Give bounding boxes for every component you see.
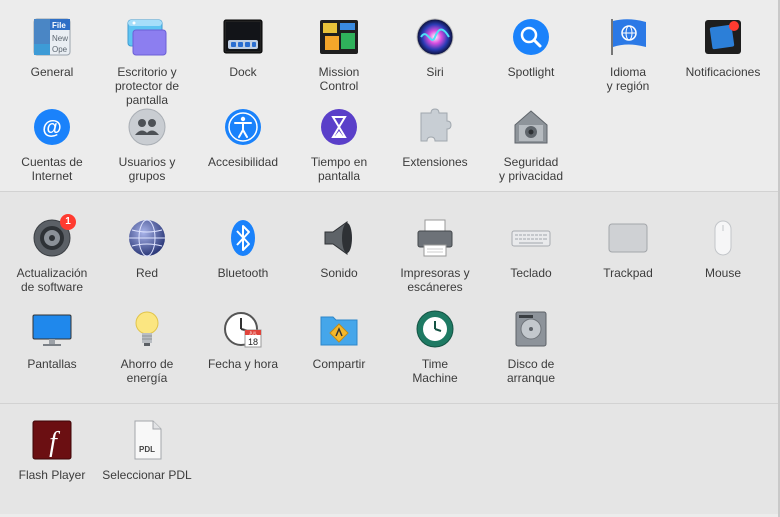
siri-icon bbox=[415, 17, 455, 57]
pane-disco[interactable]: Disco de arranque bbox=[483, 309, 579, 385]
pane-label: Extensiones bbox=[402, 155, 468, 169]
pane-extensiones[interactable]: Extensiones bbox=[387, 107, 483, 169]
pane-label: Compartir bbox=[312, 357, 366, 371]
pane-general[interactable]: File New Ope General bbox=[4, 17, 100, 79]
pane-usuarios[interactable]: Usuarios y grupos bbox=[99, 107, 195, 183]
pane-siri[interactable]: Siri bbox=[387, 17, 483, 79]
update-count-badge: 1 bbox=[60, 214, 76, 230]
pane-spotlight[interactable]: Spotlight bbox=[483, 17, 579, 79]
pane-label: Mission Control bbox=[318, 65, 360, 93]
security-privacy-icon bbox=[511, 107, 551, 147]
users-groups-icon bbox=[127, 107, 167, 147]
pane-time-machine[interactable]: Time Machine bbox=[387, 309, 483, 385]
pane-label: Trackpad bbox=[603, 266, 653, 280]
printers-scanners-icon bbox=[415, 218, 455, 258]
pane-cuentas[interactable]: @ Cuentas de Internet bbox=[4, 107, 100, 183]
internet-accounts-icon: @ bbox=[32, 107, 72, 147]
sound-icon bbox=[319, 218, 359, 258]
pane-teclado[interactable]: Teclado bbox=[483, 218, 579, 280]
pane-idioma[interactable]: Idioma y región bbox=[580, 17, 676, 93]
pane-pdl[interactable]: PDL Seleccionar PDL bbox=[99, 420, 195, 482]
svg-text:New: New bbox=[52, 34, 68, 43]
pane-impresoras[interactable]: Impresoras y escáneres bbox=[387, 218, 483, 294]
pane-flash[interactable]: f Flash Player bbox=[4, 420, 100, 482]
pane-label: Disco de arranque bbox=[506, 357, 556, 385]
svg-text:Ope: Ope bbox=[52, 45, 68, 54]
pane-pantallas[interactable]: Pantallas bbox=[4, 309, 100, 371]
pane-actualizacion[interactable]: 1 Actualización de software bbox=[4, 214, 100, 294]
svg-text:JUL: JUL bbox=[249, 331, 257, 336]
pane-label: Usuarios y grupos bbox=[118, 155, 176, 183]
pane-label: Idioma y región bbox=[606, 65, 650, 93]
mouse-icon bbox=[703, 218, 743, 258]
displays-icon bbox=[32, 309, 72, 349]
mission-control-icon bbox=[319, 17, 359, 57]
pane-seguridad[interactable]: Seguridad y privacidad bbox=[483, 107, 579, 183]
pane-label: Ahorro de energía bbox=[120, 357, 174, 385]
pane-label: Actualización de software bbox=[16, 266, 88, 294]
pane-label: Red bbox=[135, 266, 158, 280]
pane-label: Accesibilidad bbox=[207, 155, 279, 169]
pane-label: Notificaciones bbox=[685, 65, 761, 79]
pane-accesibilidad[interactable]: Accesibilidad bbox=[195, 107, 291, 169]
pane-label: Tiempo en pantalla bbox=[310, 155, 368, 183]
startup-disk-icon bbox=[511, 309, 551, 349]
spotlight-icon bbox=[511, 17, 551, 57]
dock-icon bbox=[223, 17, 263, 57]
pane-label: Impresoras y escáneres bbox=[400, 266, 470, 294]
pane-mission-control[interactable]: Mission Control bbox=[291, 17, 387, 93]
time-machine-icon bbox=[415, 309, 455, 349]
screen-time-icon bbox=[319, 107, 359, 147]
date-time-icon: JUL 18 bbox=[223, 309, 263, 349]
pane-escritorio[interactable]: Escritorio y protector de pantalla bbox=[99, 17, 195, 107]
software-update-icon: 1 bbox=[32, 214, 76, 258]
pane-label: Sonido bbox=[320, 266, 358, 280]
pane-label: Seguridad y privacidad bbox=[498, 155, 564, 183]
pane-bluetooth[interactable]: Bluetooth bbox=[195, 218, 291, 280]
pane-dock[interactable]: Dock bbox=[195, 17, 291, 79]
trackpad-icon bbox=[608, 218, 648, 258]
extensions-icon bbox=[415, 107, 455, 147]
pane-tiempo[interactable]: Tiempo en pantalla bbox=[291, 107, 387, 183]
pane-label: Flash Player bbox=[18, 468, 86, 482]
energy-saver-icon bbox=[127, 309, 167, 349]
pane-fecha[interactable]: JUL 18 Fecha y hora bbox=[195, 309, 291, 371]
pane-label: Siri bbox=[426, 65, 444, 79]
sharing-icon bbox=[319, 309, 359, 349]
notifications-icon bbox=[703, 17, 743, 57]
pane-label: Dock bbox=[229, 65, 257, 79]
pane-notificaciones[interactable]: Notificaciones bbox=[675, 17, 771, 79]
pane-label: Teclado bbox=[510, 266, 552, 280]
pane-mouse[interactable]: Mouse bbox=[675, 218, 771, 280]
keyboard-icon bbox=[511, 218, 551, 258]
language-region-icon bbox=[608, 17, 648, 57]
pane-label: Seleccionar PDL bbox=[102, 468, 192, 482]
svg-text:File: File bbox=[52, 21, 66, 30]
accessibility-icon bbox=[223, 107, 263, 147]
desktop-screensaver-icon bbox=[127, 17, 167, 57]
pane-label: Pantallas bbox=[27, 357, 77, 371]
network-icon bbox=[127, 218, 167, 258]
pane-trackpad[interactable]: Trackpad bbox=[580, 218, 676, 280]
pane-label: Escritorio y protector de pantalla bbox=[114, 65, 180, 107]
pane-label: Time Machine bbox=[412, 357, 458, 385]
svg-text:@: @ bbox=[42, 117, 62, 139]
select-pdl-icon: PDL bbox=[127, 420, 167, 460]
pane-sonido[interactable]: Sonido bbox=[291, 218, 387, 280]
pane-label: Spotlight bbox=[507, 65, 555, 79]
pane-compartir[interactable]: Compartir bbox=[291, 309, 387, 371]
bluetooth-icon bbox=[223, 218, 263, 258]
svg-text:18: 18 bbox=[248, 337, 258, 347]
pane-label: Bluetooth bbox=[217, 266, 269, 280]
pane-label: Fecha y hora bbox=[207, 357, 279, 371]
pane-label: Cuentas de Internet bbox=[21, 155, 83, 183]
svg-text:PDL: PDL bbox=[139, 445, 155, 454]
pane-ahorro[interactable]: Ahorro de energía bbox=[99, 309, 195, 385]
pane-label: General bbox=[30, 65, 74, 79]
pane-label: Mouse bbox=[704, 266, 742, 280]
general-icon: File New Ope bbox=[32, 17, 72, 57]
flash-player-icon: f bbox=[32, 420, 72, 460]
pane-red[interactable]: Red bbox=[99, 218, 195, 280]
